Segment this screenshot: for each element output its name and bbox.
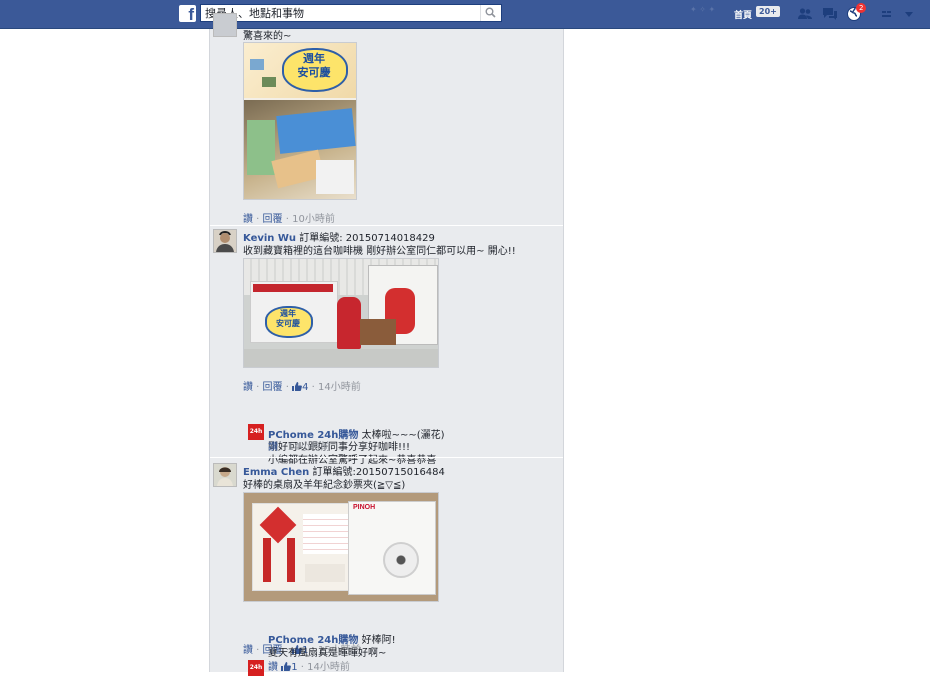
photo-box-contents: [244, 100, 356, 199]
timestamp[interactable]: 14小時前: [288, 442, 331, 453]
reply-actions: 讚 · 14小時前: [268, 442, 331, 453]
decorative-stars: ✦ ✧ ✦: [690, 5, 716, 14]
reply-actions: 讚 1 · 14小時前: [268, 662, 350, 673]
fan-box: PINOH: [348, 501, 436, 595]
product-thumb: [250, 59, 264, 70]
like-count[interactable]: 4: [292, 382, 312, 393]
like-link[interactable]: 讚: [268, 442, 278, 453]
card-panel: [305, 564, 345, 582]
pchome-logo[interactable]: 24h: [248, 660, 264, 676]
comment-text-tail: 驚喜來的~: [243, 31, 292, 42]
comment-photo[interactable]: 週年 安可慶: [243, 42, 357, 200]
fan-brand: PINOH: [353, 504, 376, 511]
search-input[interactable]: [205, 6, 475, 20]
account-menu-icon[interactable]: [901, 6, 917, 22]
like-link[interactable]: 讚: [268, 662, 278, 673]
like-count-value: 4: [302, 382, 309, 393]
product-thumb: [262, 77, 276, 87]
comment-body: 收到藏寶箱裡的這台咖啡機 剛好辦公室同仁都可以用~ 開心!!: [243, 246, 516, 257]
reply-line-2: 夏天有風扇真是暉暉好啊~: [268, 648, 387, 659]
photo-box-top: 週年 安可慶: [244, 43, 356, 98]
timestamp[interactable]: 14小時前: [318, 382, 361, 393]
avatar-person-icon: [217, 467, 233, 486]
card-ribbon: [263, 538, 271, 582]
comments-column: 驚喜來的~ 週年 安可慶 讚 · 回覆 · 10小時前 Kevin Wu 訂單編…: [209, 13, 564, 676]
comment-photo[interactable]: 週年 安可慶: [243, 258, 439, 368]
messages-icon[interactable]: [822, 6, 838, 22]
avatar-person-icon: [216, 231, 234, 252]
avatar[interactable]: [213, 13, 237, 37]
thumbs-up-icon: [292, 382, 303, 391]
comment-actions: 讚 · 回覆 · 10小時前: [243, 214, 335, 225]
like-link[interactable]: 讚: [243, 382, 253, 393]
photo-banner-text: 週年 安可慶: [297, 52, 331, 79]
divider: [210, 457, 563, 458]
product-green-box: [247, 120, 275, 175]
search-button[interactable]: [480, 5, 501, 21]
comment-1: 驚喜來的~ 週年 安可慶 讚 · 回覆 · 10小時前: [210, 13, 563, 227]
reply-link[interactable]: 回覆: [263, 214, 283, 225]
capsule-box: [360, 319, 396, 345]
avatar[interactable]: [213, 463, 237, 487]
notifications-badge: 2: [856, 3, 867, 13]
red-envelope-card: [252, 503, 362, 591]
avatar[interactable]: [213, 229, 237, 253]
timestamp[interactable]: 14小時前: [307, 662, 350, 673]
desk-fan: [383, 542, 419, 578]
privacy-icon[interactable]: [879, 6, 895, 22]
coffee-machine: [337, 297, 361, 349]
timestamp[interactable]: 10小時前: [292, 214, 335, 225]
comment-2: Kevin Wu 訂單編號: 20150714018429 收到藏寶箱裡的這台咖…: [210, 226, 563, 466]
comment-photo[interactable]: PINOH: [243, 492, 439, 602]
product-box-white: 週年 安可慶: [250, 281, 338, 343]
photo-banner-text: 週年 安可慶: [276, 308, 300, 328]
product-blue-box: [276, 108, 356, 154]
comment-body: 好棒的桌扇及羊年紀念鈔票夾(≧▽≦): [243, 480, 406, 491]
product-box-stripe: [253, 284, 333, 292]
search-icon: [485, 7, 496, 18]
top-bar: ✦ ✧ ✦ f 首頁 20+ 2: [0, 0, 930, 29]
pchome-logo[interactable]: 24h: [248, 424, 264, 440]
card-ribbon: [287, 538, 295, 582]
reply-link[interactable]: 回覆: [263, 382, 283, 393]
like-link[interactable]: 讚: [243, 214, 253, 225]
desk-surface: [244, 349, 438, 367]
facebook-logo[interactable]: f: [179, 5, 196, 22]
search-box[interactable]: [200, 4, 502, 22]
like-link[interactable]: 讚: [243, 645, 253, 656]
thumbs-up-icon: [281, 662, 292, 671]
home-count-badge: 20+: [756, 6, 780, 17]
home-link[interactable]: 首頁: [734, 8, 752, 21]
like-count[interactable]: 1: [281, 662, 301, 673]
friend-requests-icon[interactable]: [797, 6, 813, 22]
comment-actions: 讚 · 回覆 · 4 · 14小時前: [243, 382, 361, 393]
like-count-value: 1: [291, 662, 298, 673]
product-white-box: [316, 160, 354, 194]
